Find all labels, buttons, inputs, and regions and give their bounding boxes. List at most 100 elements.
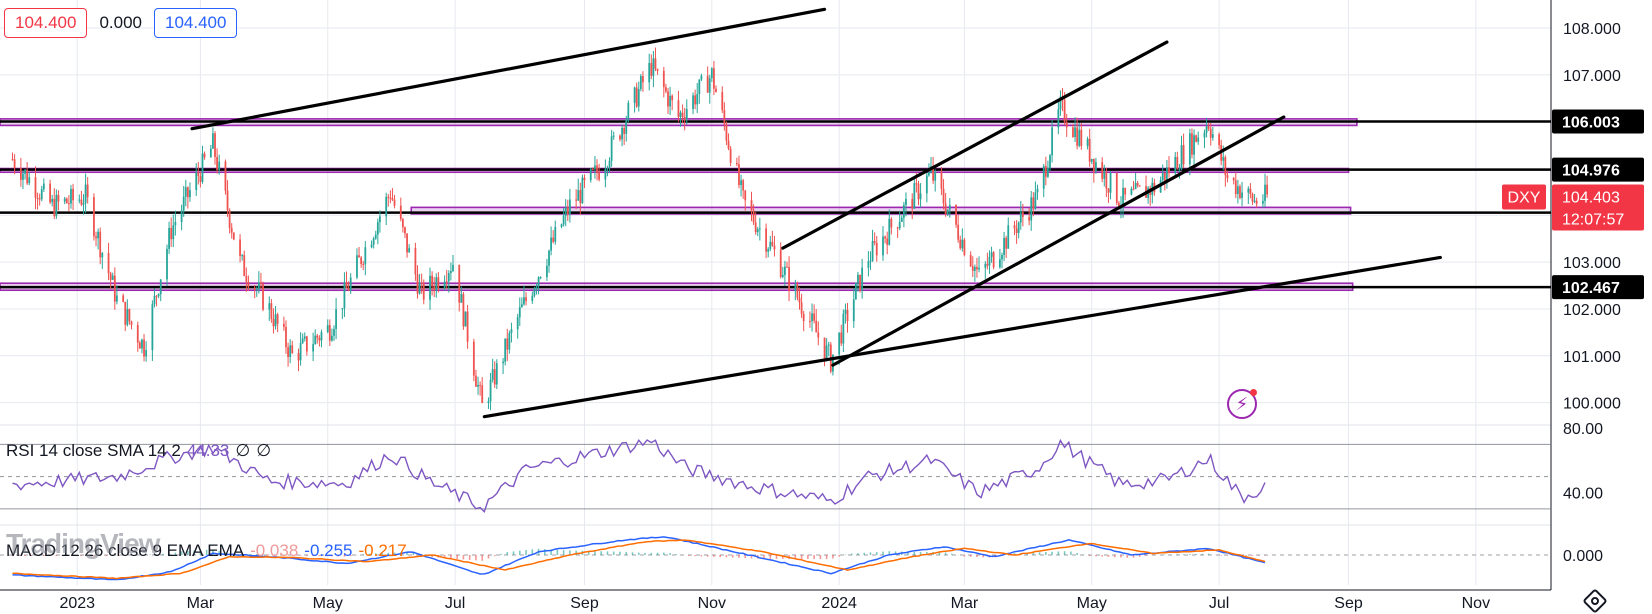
candle-body bbox=[917, 183, 920, 200]
candle-body bbox=[285, 326, 287, 348]
candle-body bbox=[566, 207, 569, 215]
candle-body bbox=[871, 241, 874, 261]
candle-body bbox=[844, 309, 847, 314]
candle-body bbox=[113, 275, 116, 302]
candle-body bbox=[1021, 212, 1024, 218]
candle-body bbox=[516, 317, 519, 330]
candle-body bbox=[984, 263, 987, 268]
candle-body bbox=[667, 91, 669, 107]
candle-body bbox=[287, 347, 289, 357]
candle-body bbox=[992, 252, 995, 268]
candle-body bbox=[312, 344, 315, 352]
candle-body bbox=[683, 117, 686, 120]
candle-body bbox=[957, 224, 960, 240]
candle-body bbox=[326, 325, 329, 333]
candle-body bbox=[729, 148, 732, 163]
candle-body bbox=[374, 234, 377, 239]
candle-body bbox=[591, 168, 594, 170]
candle-body bbox=[475, 375, 477, 387]
candle-body bbox=[696, 94, 699, 105]
rsi-legend[interactable]: RSI 14 close SMA 14 2 44.33 ∅ ∅ bbox=[6, 441, 271, 461]
tradingview-chart[interactable]: 2023 Mar May Jul Sep Nov 2024 Mar May Jul Sep Nov 10… bbox=[0, 0, 1652, 614]
candle-body bbox=[598, 172, 601, 180]
candle-body bbox=[301, 338, 304, 344]
lightning-bolt-icon[interactable]: ⚡ bbox=[1227, 389, 1257, 419]
candle-body bbox=[796, 284, 799, 298]
candle-body bbox=[589, 168, 592, 181]
candle-body bbox=[343, 282, 346, 309]
candle-body bbox=[758, 228, 761, 230]
candle-body bbox=[184, 187, 187, 197]
candle-body bbox=[1247, 188, 1250, 193]
candle-body bbox=[1078, 129, 1081, 146]
candle-body bbox=[318, 338, 321, 341]
candle-body bbox=[568, 199, 571, 215]
candle-body bbox=[846, 309, 849, 322]
candle-body bbox=[155, 295, 158, 297]
candle-body bbox=[961, 239, 964, 249]
candle-body bbox=[95, 236, 97, 239]
candle-body bbox=[735, 162, 738, 165]
candle-body bbox=[648, 62, 651, 83]
candle-body bbox=[26, 169, 29, 184]
x-tick-label: May bbox=[1077, 595, 1107, 612]
candle-body bbox=[360, 257, 363, 265]
candle-body bbox=[537, 277, 540, 287]
candle-body bbox=[1197, 137, 1200, 142]
x-tick-label: 2023 bbox=[59, 595, 95, 612]
candle-body bbox=[1115, 173, 1118, 203]
candle-body bbox=[525, 297, 527, 301]
candle-body bbox=[1174, 156, 1177, 174]
countdown-label: 12:07:57 bbox=[1562, 211, 1624, 228]
candle-body bbox=[940, 171, 943, 189]
candle-body bbox=[786, 266, 788, 268]
macd-tick-label: 0.000 bbox=[1563, 548, 1603, 565]
x-tick-label: Sep bbox=[570, 595, 599, 612]
candle-body bbox=[694, 95, 697, 105]
candle-body bbox=[1063, 99, 1066, 123]
candle-body bbox=[182, 196, 185, 211]
candle-body bbox=[946, 209, 949, 214]
candle-body bbox=[627, 102, 630, 121]
candle-body bbox=[232, 232, 235, 240]
candle-body bbox=[1086, 138, 1089, 147]
candle-body bbox=[299, 343, 302, 361]
candle-body bbox=[145, 350, 148, 357]
candle-body bbox=[1195, 135, 1198, 142]
candle-body bbox=[393, 199, 396, 206]
candle-body bbox=[347, 288, 350, 291]
candle-body bbox=[1203, 132, 1206, 138]
candle-body bbox=[124, 301, 127, 325]
candle-body bbox=[1138, 185, 1141, 187]
candle-body bbox=[708, 78, 711, 93]
y-tick-label: 108.000 bbox=[1563, 21, 1621, 38]
candle-body bbox=[742, 180, 745, 191]
candle-body bbox=[408, 247, 411, 253]
candle-body bbox=[813, 313, 816, 321]
candle-body bbox=[633, 87, 636, 103]
ticker-label: DXY bbox=[1508, 189, 1541, 206]
candle-body bbox=[919, 193, 922, 200]
candle-body bbox=[305, 336, 308, 352]
candle-body bbox=[376, 222, 379, 235]
candle-body bbox=[873, 241, 876, 243]
candle-body bbox=[800, 302, 803, 314]
candle-body bbox=[913, 183, 916, 209]
candle-body bbox=[345, 282, 348, 289]
candle-body bbox=[1065, 122, 1068, 128]
candle-body bbox=[508, 332, 511, 350]
candle-body bbox=[533, 288, 536, 296]
candle-body bbox=[1264, 184, 1266, 201]
candle-body bbox=[875, 242, 878, 256]
candle-body bbox=[502, 361, 504, 364]
candle-body bbox=[370, 244, 373, 248]
candle-body bbox=[1107, 188, 1110, 193]
candle-body bbox=[379, 216, 381, 223]
candle-body bbox=[314, 335, 317, 345]
candle-body bbox=[827, 344, 830, 346]
candle-body bbox=[656, 68, 659, 71]
y-tick-label: 101.000 bbox=[1563, 349, 1621, 366]
candle-body bbox=[867, 261, 870, 268]
candle-body bbox=[767, 248, 770, 252]
candle-body bbox=[857, 274, 859, 283]
